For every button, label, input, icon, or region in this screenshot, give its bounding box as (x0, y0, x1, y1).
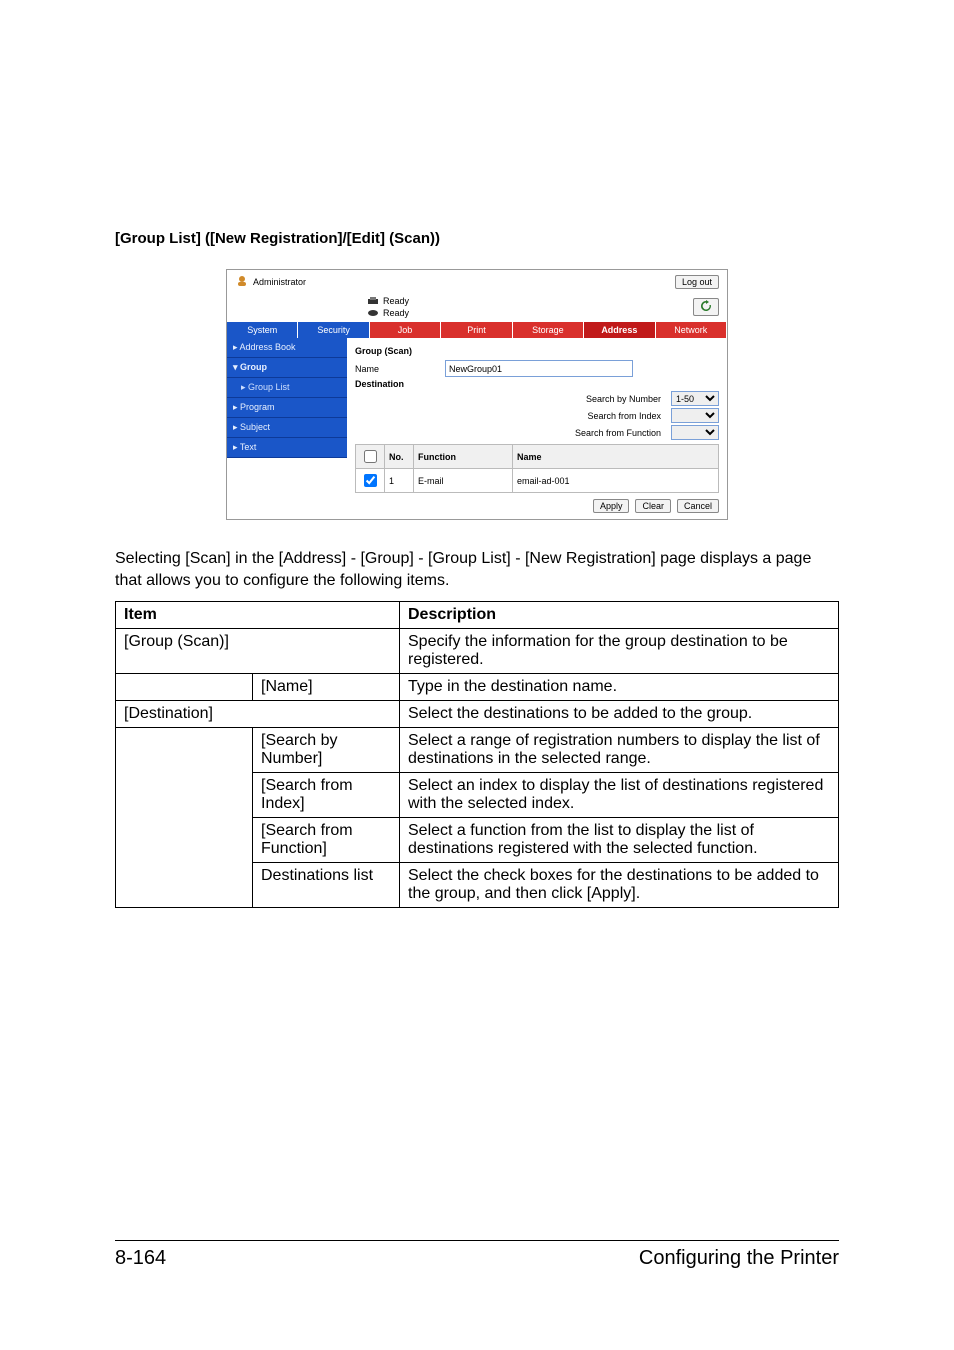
th-name: Name (513, 445, 719, 469)
search-index-label: Search from Index (587, 411, 661, 421)
cancel-button[interactable]: Cancel (677, 499, 719, 513)
name-label: Name (355, 364, 445, 374)
select-all-checkbox[interactable] (364, 450, 377, 463)
status-printer: Ready (367, 296, 409, 306)
page-footer: 8-164 Configuring the Printer (115, 1240, 839, 1270)
tab-system[interactable]: System (227, 322, 298, 338)
tab-print[interactable]: Print (441, 322, 512, 338)
sidebar-item-address-book[interactable]: ▸ Address Book (227, 338, 347, 358)
row-function: E-mail (414, 469, 513, 493)
search-function-select[interactable] (671, 425, 719, 440)
cell-desc: Specify the information for the group de… (400, 629, 839, 674)
cell-desc: Select the check boxes for the destinati… (400, 863, 839, 908)
tab-security[interactable]: Security (298, 322, 369, 338)
group-scan-title: Group (Scan) (355, 346, 719, 356)
destination-label: Destination (355, 379, 445, 389)
sidebar-item-group[interactable]: ▾ Group (227, 358, 347, 378)
th-item: Item (116, 602, 400, 629)
tab-job[interactable]: Job (370, 322, 441, 338)
th-checkbox (356, 445, 385, 469)
th-description: Description (400, 602, 839, 629)
clear-button[interactable]: Clear (635, 499, 671, 513)
sidebar: ▸ Address Book ▾ Group ▸ Group List ▸ Pr… (227, 338, 347, 519)
status-text-2: Ready (383, 308, 409, 318)
row-checkbox[interactable] (364, 474, 377, 487)
table-row: 1 E-mail email-ad-001 (356, 469, 719, 493)
th-no: No. (385, 445, 414, 469)
tab-network[interactable]: Network (656, 322, 727, 338)
intro-paragraph: Selecting [Scan] in the [Address] - [Gro… (115, 548, 839, 591)
cell-subitem: [Name] (253, 674, 400, 701)
sidebar-item-program[interactable]: ▸ Program (227, 398, 347, 418)
cell-desc: Select an index to display the list of d… (400, 773, 839, 818)
destinations-table: No. Function Name 1 E-mail email-ad-001 (355, 444, 719, 493)
status-text-1: Ready (383, 296, 409, 306)
status-toner: Ready (367, 308, 409, 318)
page-number: 8-164 (115, 1247, 166, 1270)
admin-icon (235, 274, 249, 290)
content-panel: Group (Scan) Name Destination Search by … (347, 338, 727, 519)
sidebar-item-group-list[interactable]: ▸ Group List (227, 378, 347, 398)
logout-button[interactable]: Log out (675, 275, 719, 289)
cell-item (116, 728, 253, 908)
cell-subitem: [Search from Index] (253, 773, 400, 818)
cell-subitem: Destinations list (253, 863, 400, 908)
sidebar-item-subject[interactable]: ▸ Subject (227, 418, 347, 438)
screenshot-wrap: Administrator Log out Ready Ready (115, 269, 839, 520)
search-function-label: Search from Function (575, 428, 661, 438)
section-heading: [Group List] ([New Registration]/[Edit] … (115, 230, 839, 247)
cell-desc: Type in the destination name. (400, 674, 839, 701)
cell-desc: Select a function from the list to displ… (400, 818, 839, 863)
cell-item: [Group (Scan)] (116, 629, 400, 674)
cell-subitem: [Search from Function] (253, 818, 400, 863)
status-row: Ready Ready (227, 294, 727, 322)
description-table: Item Description [Group (Scan)] Specify … (115, 601, 839, 908)
cell-item: [Destination] (116, 701, 400, 728)
apply-button[interactable]: Apply (593, 499, 630, 513)
cell-subitem: [Search by Number] (253, 728, 400, 773)
th-function: Function (414, 445, 513, 469)
app-header: Administrator Log out (227, 270, 727, 294)
row-name: email-ad-001 (513, 469, 719, 493)
cell-item (116, 674, 253, 701)
app-window: Administrator Log out Ready Ready (226, 269, 728, 520)
name-input[interactable] (445, 360, 633, 377)
cell-desc: Select a range of registration numbers t… (400, 728, 839, 773)
footer-title: Configuring the Printer (639, 1247, 839, 1270)
tab-address[interactable]: Address (584, 322, 655, 338)
search-number-select[interactable]: 1-50 (671, 391, 719, 406)
tab-storage[interactable]: Storage (513, 322, 584, 338)
cell-desc: Select the destinations to be added to t… (400, 701, 839, 728)
sidebar-item-text[interactable]: ▸ Text (227, 438, 347, 458)
admin-label: Administrator (253, 277, 306, 287)
row-no: 1 (385, 469, 414, 493)
search-number-label: Search by Number (586, 394, 661, 404)
refresh-button[interactable] (693, 298, 719, 316)
search-index-select[interactable] (671, 408, 719, 423)
main-tabs: System Security Job Print Storage Addres… (227, 322, 727, 338)
